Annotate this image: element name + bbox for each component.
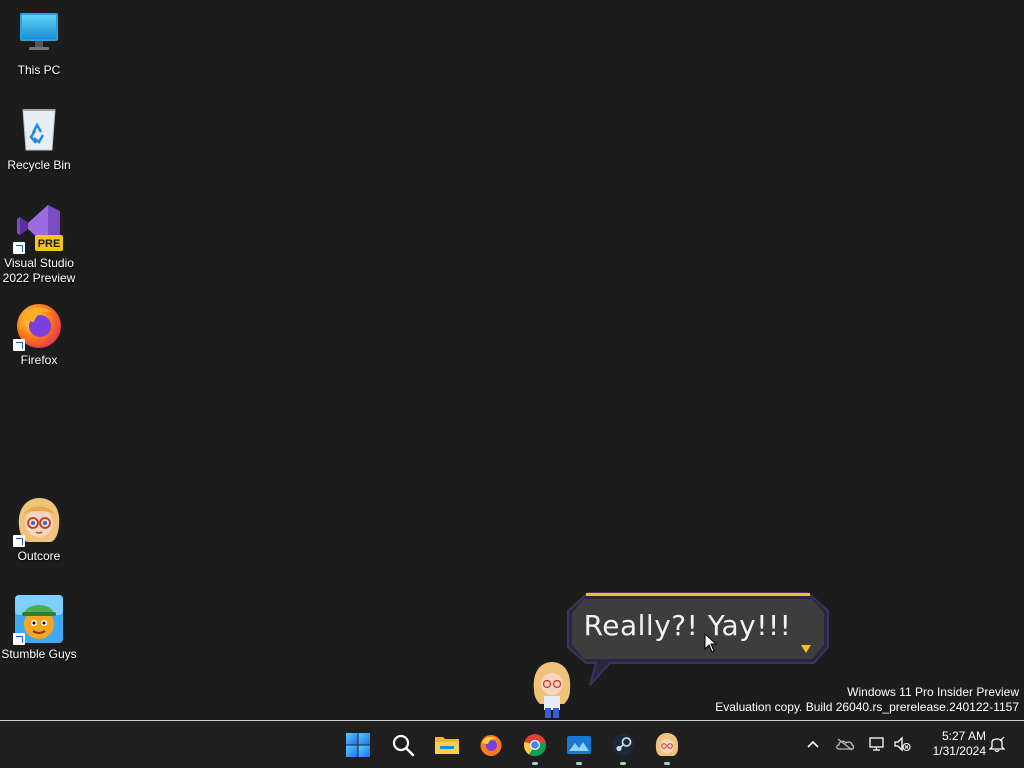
desktop-icon-label: Stumble Guys — [1, 647, 77, 661]
clock-time: 5:27 AM — [941, 729, 986, 743]
network-icon — [869, 737, 884, 751]
notification-bell-icon — [989, 736, 1005, 753]
taskbar-firefox[interactable] — [471, 725, 511, 765]
continue-arrow-icon[interactable] — [801, 645, 811, 653]
outcore-icon — [13, 496, 64, 547]
shortcut-arrow-icon — [13, 339, 25, 351]
photos-icon — [567, 736, 591, 754]
volume-muted-icon — [894, 736, 911, 752]
taskbar-outcore[interactable] — [647, 725, 687, 765]
stumble-guys-icon — [13, 594, 64, 645]
desktop-icon-visual-studio[interactable]: PRE Visual Studio 2022 Preview — [0, 203, 78, 286]
running-indicator — [620, 762, 626, 765]
onedrive-icon — [836, 738, 855, 751]
firefox-icon — [480, 735, 502, 756]
search-icon — [392, 734, 415, 757]
shortcut-arrow-icon — [13, 242, 25, 254]
desktop-icon-outcore[interactable]: Outcore — [0, 496, 78, 564]
outcore-icon — [655, 733, 679, 756]
taskbar-clock[interactable]: 5:27 AM 1/31/2024 — [918, 729, 986, 759]
shortcut-arrow-icon — [13, 535, 25, 547]
notification-center-button[interactable] — [986, 733, 1008, 755]
watermark-build: Evaluation copy. Build 26040.rs_prerelea… — [715, 700, 1019, 714]
desktop-pet-character[interactable] — [530, 660, 574, 720]
windows-logo-icon — [346, 733, 370, 757]
desktop-icon-this-pc[interactable]: This PC — [0, 10, 78, 78]
tray-network[interactable] — [866, 733, 888, 755]
desktop-icon-label: Firefox — [20, 353, 58, 367]
taskbar-steam[interactable] — [603, 725, 643, 765]
running-indicator — [532, 762, 538, 765]
search-button[interactable] — [383, 725, 423, 765]
taskbar-photos[interactable] — [559, 725, 599, 765]
desktop-icon-recycle-bin[interactable]: Recycle Bin — [0, 105, 78, 173]
desktop-icon-label: Recycle Bin — [7, 158, 71, 172]
chevron-up-icon — [807, 740, 819, 748]
desktop-icon-label: Outcore — [17, 549, 61, 563]
desktop-icon-firefox[interactable]: Firefox — [0, 300, 78, 368]
preview-badge: PRE — [38, 238, 61, 250]
steam-icon — [612, 734, 634, 756]
desktop-icon-label: Visual Studio 2022 Preview — [2, 256, 76, 285]
visual-studio-icon: PRE — [13, 203, 64, 254]
taskbar-file-explorer[interactable] — [427, 725, 467, 765]
running-indicator — [576, 762, 582, 765]
windows-watermark: Windows 11 Pro Insider Preview Evaluatio… — [715, 685, 1019, 715]
clock-date: 1/31/2024 — [932, 744, 986, 758]
show-hidden-icons-button[interactable] — [802, 733, 824, 755]
speech-bubble-text: Really?! Yay!!! — [583, 609, 792, 642]
monitor-icon — [14, 10, 64, 60]
speech-bubble[interactable]: Really?! Yay!!! — [566, 592, 829, 686]
chrome-icon — [523, 734, 547, 757]
start-button[interactable] — [338, 725, 378, 765]
shortcut-arrow-icon — [13, 633, 25, 645]
folder-icon — [435, 737, 459, 754]
mouse-cursor-icon — [704, 633, 718, 653]
desktop-icon-label: This PC — [17, 63, 61, 77]
tray-onedrive[interactable] — [834, 733, 856, 755]
watermark-edition: Windows 11 Pro Insider Preview — [847, 685, 1019, 699]
desktop-icon-stumble-guys[interactable]: Stumble Guys — [0, 594, 78, 662]
recycle-bin-icon — [14, 105, 64, 155]
taskbar: 5:27 AM 1/31/2024 — [0, 720, 1024, 768]
running-indicator — [664, 762, 670, 765]
tray-volume[interactable] — [891, 733, 913, 755]
taskbar-chrome[interactable] — [515, 725, 555, 765]
firefox-icon — [13, 300, 64, 351]
